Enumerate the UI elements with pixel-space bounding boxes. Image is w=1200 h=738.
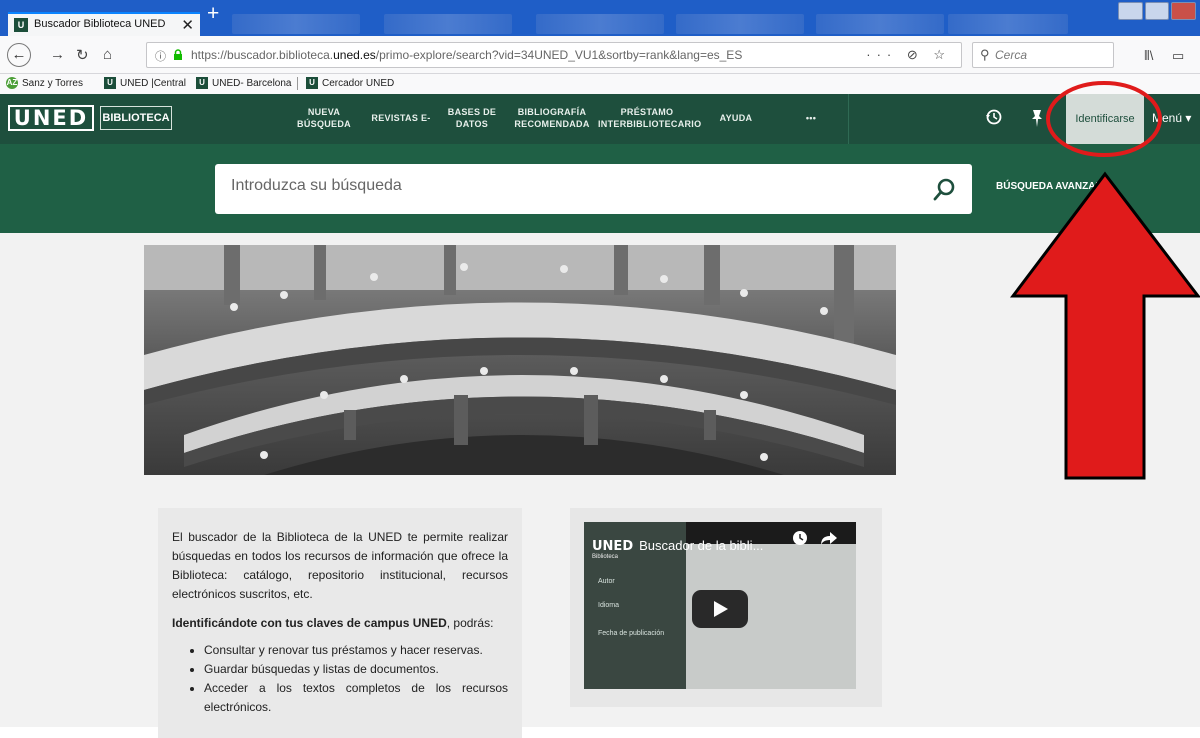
list-item: Consultar y renovar tus préstamos y hace… — [204, 641, 508, 660]
clock-icon[interactable] — [792, 530, 808, 546]
main-content: El buscador de la Biblioteca de la UNED … — [0, 233, 1200, 738]
video-title[interactable]: UNED Buscador de la bibli... — [592, 538, 763, 554]
window-controls — [1116, 2, 1197, 20]
intro-text: El buscador de la Biblioteca de la UNED … — [172, 530, 508, 601]
maximize-button[interactable] — [1144, 2, 1170, 20]
site-header: UNED BIBLIOTECA NUEVA BÚSQUEDA REVISTAS E… — [0, 94, 1200, 144]
browser-nav-bar: ← → ↻ ⌂ ⓘ https://buscador.biblioteca.un… — [0, 36, 1200, 74]
bookmark-item[interactable]: U UNED |Central — [104, 77, 186, 89]
library-icon[interactable]: ⦀\ — [1144, 48, 1153, 64]
background-tab[interactable] — [816, 14, 944, 34]
menu-bibliografia[interactable]: BIBLIOGRAFÍA RECOMENDADA — [512, 106, 592, 130]
advanced-search-link[interactable]: BÚSQUEDA AVANZADA — [996, 181, 1110, 192]
uned-favicon: U — [14, 18, 28, 32]
video-side-label: Idioma — [598, 602, 620, 609]
history-icon[interactable] — [985, 108, 1003, 126]
benefits-list: Consultar y renovar tus préstamos y hace… — [172, 641, 508, 717]
bookmark-separator — [297, 77, 298, 90]
tab-title: Buscador Biblioteca UNED — [34, 18, 166, 30]
uned-favicon: U — [104, 77, 116, 89]
login-prompt: Identificándote con tus claves de campus… — [172, 616, 494, 630]
green-circle-icon: AZ — [6, 77, 18, 89]
lock-icon — [174, 49, 182, 60]
share-icon[interactable] — [820, 530, 838, 546]
play-icon — [714, 601, 728, 617]
bookmark-item[interactable]: U UNED- Barcelona — [196, 77, 291, 89]
search-input[interactable] — [231, 177, 831, 195]
browser-tab-strip: U Buscador Biblioteca UNED ✕ + — [0, 0, 1200, 36]
list-item: Acceder a los textos completos de los re… — [204, 679, 508, 717]
back-arrow-icon[interactable]: ← — [7, 43, 31, 67]
background-tab[interactable] — [384, 14, 512, 34]
new-tab-button[interactable]: + — [207, 2, 219, 26]
play-button[interactable] — [692, 590, 748, 628]
info-card: El buscador de la Biblioteca de la UNED … — [158, 508, 522, 738]
browser-search-field[interactable]: ⚲ Cerca — [972, 42, 1114, 68]
background-tab[interactable] — [536, 14, 664, 34]
menu-bases-datos[interactable]: BASES DE DATOS — [446, 106, 498, 130]
home-icon[interactable]: ⌂ — [103, 46, 112, 63]
video-logo-subtitle: Biblioteca — [592, 554, 619, 560]
menu-nueva-busqueda[interactable]: NUEVA BÚSQUEDA — [292, 106, 356, 130]
video-card: Autor Idioma Fecha de publicación UNED Bu… — [570, 508, 882, 707]
url-text: https://buscador.biblioteca.uned.es/prim… — [191, 48, 743, 62]
uned-favicon: U — [196, 77, 208, 89]
page-actions-icon[interactable]: ··· ⊘ ☆ — [866, 47, 951, 63]
video-player[interactable]: Autor Idioma Fecha de publicación UNED Bu… — [584, 522, 856, 689]
close-window-button[interactable] — [1171, 2, 1197, 20]
reload-icon[interactable]: ↻ — [76, 46, 89, 64]
chevron-down-icon: ▾ — [1185, 111, 1192, 125]
video-side-label: Autor — [598, 578, 615, 585]
uned-favicon: U — [306, 77, 318, 89]
info-icon[interactable]: ⓘ — [155, 48, 166, 64]
menu-prestamo[interactable]: PRÉSTAMO INTERBIBLIOTECARIO — [598, 106, 701, 130]
minimize-button[interactable] — [1118, 2, 1143, 20]
biblioteca-logo[interactable]: BIBLIOTECA — [100, 106, 172, 130]
tab-buscador-biblioteca[interactable]: U Buscador Biblioteca UNED ✕ — [8, 12, 200, 36]
header-divider — [848, 94, 849, 144]
menu-revistas[interactable]: REVISTAS E- — [370, 112, 432, 124]
url-bar[interactable]: ⓘ https://buscador.biblioteca.uned.es/pr… — [146, 42, 962, 68]
close-tab-icon[interactable]: ✕ — [181, 16, 194, 34]
search-icon[interactable] — [933, 177, 957, 201]
search-icon: ⚲ — [980, 47, 990, 62]
list-item: Guardar búsquedas y listas de documentos… — [204, 660, 508, 679]
background-tab[interactable] — [948, 14, 1068, 34]
browser-search-placeholder: Cerca — [995, 48, 1028, 62]
user-menu-button[interactable]: Menú ▾ — [1152, 111, 1191, 125]
search-box — [215, 164, 972, 214]
background-tab[interactable] — [232, 14, 360, 34]
bookmark-item[interactable]: U Cercador UNED — [306, 77, 394, 89]
uned-logo[interactable]: UNED — [8, 105, 94, 131]
forward-arrow-icon[interactable]: → — [50, 46, 65, 63]
menu-ayuda[interactable]: AYUDA — [712, 112, 760, 124]
sidebar-icon[interactable]: ▭ — [1172, 48, 1184, 64]
menu-more-icon[interactable]: ••• — [796, 112, 826, 124]
search-band: BÚSQUEDA AVANZADA — [0, 144, 1200, 233]
background-tab[interactable] — [676, 14, 804, 34]
pin-icon[interactable] — [1028, 108, 1046, 128]
library-hero-image — [144, 245, 896, 475]
bookmarks-bar: AZ Sanz y Torres U UNED |Central U UNED- Ba… — [0, 74, 1200, 94]
video-side-label: Fecha de publicación — [598, 630, 665, 637]
bookmark-item[interactable]: AZ Sanz y Torres — [6, 77, 83, 89]
login-button[interactable]: Identificarse — [1066, 94, 1144, 144]
